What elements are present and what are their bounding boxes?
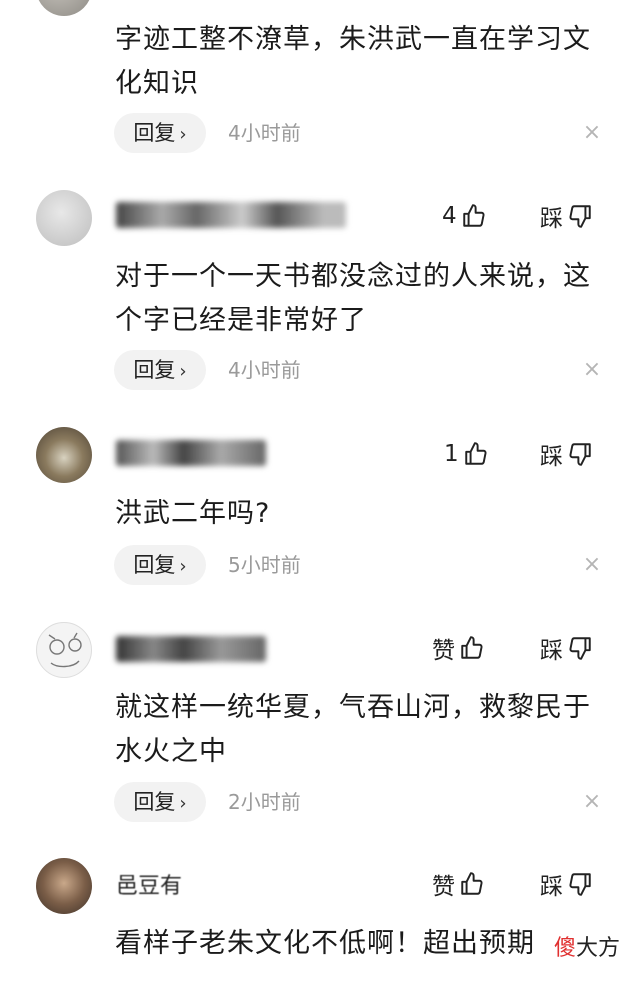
- chevron-right-icon: ›: [179, 124, 187, 145]
- thumbs-up-icon: [462, 204, 485, 227]
- chevron-right-icon: ›: [179, 361, 187, 382]
- thumbs-up-icon: [461, 636, 483, 659]
- avatar[interactable]: [36, 858, 92, 914]
- avatar[interactable]: [36, 0, 92, 16]
- chevron-right-icon: ›: [179, 556, 187, 577]
- avatar[interactable]: [36, 190, 92, 246]
- close-icon[interactable]: ×: [580, 113, 604, 153]
- like-button[interactable]: 4: [442, 198, 487, 234]
- watermark: 傻大方: [552, 930, 623, 962]
- thumbs-down-icon: [569, 873, 591, 896]
- reply-button[interactable]: 回复 ›: [114, 113, 206, 153]
- comment-text: 就这样一统华夏，气吞山河，救黎民于 水火之中: [115, 692, 591, 767]
- like-button[interactable]: 1: [444, 436, 489, 472]
- comment-text: 字迹工整不潦草，朱洪武一直在学习文 化知识: [115, 24, 591, 99]
- comment-text: 洪武二年吗?: [115, 498, 271, 529]
- avatar[interactable]: [36, 427, 92, 483]
- reply-button[interactable]: 回复 ›: [114, 350, 206, 390]
- chevron-right-icon: ›: [179, 793, 187, 814]
- reply-button[interactable]: 回复 ›: [114, 545, 206, 585]
- avatar[interactable]: [36, 622, 92, 678]
- timestamp: 4小时前: [228, 121, 301, 145]
- username-blurred[interactable]: [116, 636, 266, 662]
- comment-text: 看样子老朱文化不低啊！超出预期: [115, 928, 535, 959]
- reply-button[interactable]: 回复 ›: [114, 782, 206, 822]
- dislike-button[interactable]: 踩: [540, 630, 593, 666]
- doodle-avatar-icon: [48, 632, 82, 668]
- dislike-button[interactable]: 踩: [540, 198, 593, 234]
- close-icon[interactable]: ×: [580, 350, 604, 390]
- thumbs-up-icon: [464, 442, 487, 465]
- like-button[interactable]: 赞: [432, 866, 485, 902]
- username[interactable]: 邑豆有: [116, 868, 182, 900]
- close-icon[interactable]: ×: [580, 545, 604, 585]
- close-icon[interactable]: ×: [580, 782, 604, 822]
- thumbs-down-icon: [569, 205, 591, 228]
- username-blurred[interactable]: [116, 202, 346, 228]
- timestamp: 5小时前: [228, 553, 301, 577]
- thumbs-down-icon: [569, 637, 591, 660]
- dislike-button[interactable]: 踩: [540, 866, 593, 902]
- timestamp: 4小时前: [228, 358, 301, 382]
- thumbs-down-icon: [569, 443, 591, 466]
- username-blurred[interactable]: [116, 440, 266, 466]
- dislike-button[interactable]: 踩: [540, 436, 593, 472]
- comment-text: 对于一个一天书都没念过的人来说，这 个字已经是非常好了: [115, 261, 591, 336]
- like-button[interactable]: 赞: [432, 630, 485, 666]
- timestamp: 2小时前: [228, 790, 301, 814]
- thumbs-up-icon: [461, 872, 483, 895]
